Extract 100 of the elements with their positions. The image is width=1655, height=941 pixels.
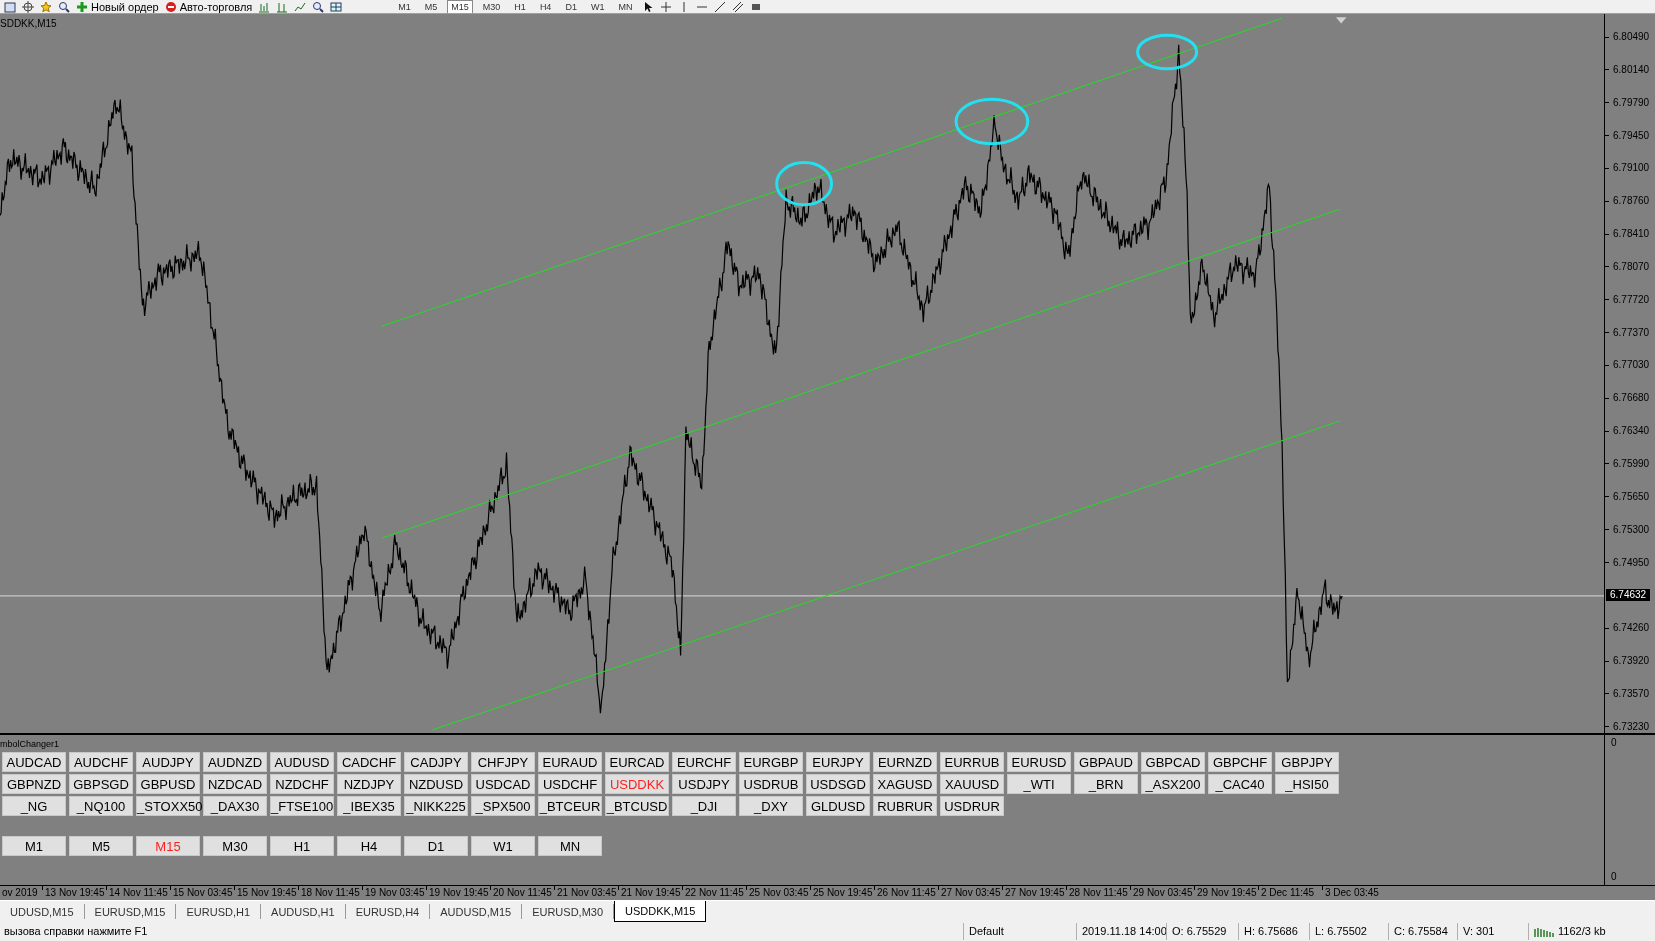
symbol-button[interactable]: USDCAD [471, 774, 535, 794]
symbol-button[interactable]: _DXY [739, 796, 803, 816]
symbol-button[interactable]: _NQ100 [69, 796, 133, 816]
plus-icon[interactable] [76, 0, 88, 13]
symbol-button[interactable]: _FTSE100 [270, 796, 334, 816]
star-icon[interactable] [40, 0, 52, 13]
shift-marker-icon[interactable] [1335, 17, 1347, 24]
symbol-button[interactable]: _HSI50 [1275, 774, 1339, 794]
chart-tab[interactable]: USDDKK,M15 [614, 901, 707, 922]
period-button[interactable]: M5 [420, 0, 442, 13]
symbol-button[interactable]: EURUSD [1007, 752, 1071, 772]
chart-tab[interactable]: EURUSD,H4 [345, 904, 431, 919]
axis-label: 0 [1611, 871, 1618, 883]
connection-bars-icon[interactable] [1534, 925, 1554, 938]
symbol-button[interactable]: AUDUSD [270, 752, 334, 772]
crosshair-icon[interactable] [660, 0, 673, 13]
symbol-button[interactable]: USDCHF [538, 774, 602, 794]
symbol-button[interactable]: _WTI [1007, 774, 1071, 794]
current-price-label: 6.74632 [1606, 589, 1651, 602]
symbol-button[interactable]: EURJPY [806, 752, 870, 772]
chart-tab[interactable]: AUDUSD,M15 [430, 904, 523, 919]
symbol-button[interactable]: GBPCAD [1141, 752, 1205, 772]
chart-tab[interactable]: EURUSD,H1 [176, 904, 262, 919]
chart-line-icon[interactable] [294, 0, 307, 13]
window-icon[interactable] [4, 0, 16, 13]
symbol-button[interactable]: AUDNZD [203, 752, 267, 772]
symbol-button[interactable]: RUBRUR [873, 796, 937, 816]
period-button[interactable]: D1 [561, 0, 581, 13]
stop-icon[interactable] [164, 0, 177, 13]
symbol-button[interactable]: _DJI [672, 796, 736, 816]
channel-line[interactable] [381, 208, 1341, 539]
symbol-button[interactable]: XAGUSD [873, 774, 937, 794]
chart-tab[interactable]: UDUSD,M15 [0, 904, 85, 919]
symbol-button[interactable]: AUDCHF [69, 752, 133, 772]
symbol-button[interactable]: _BTCEUR [538, 796, 602, 816]
symbol-button[interactable]: NZDCAD [203, 774, 267, 794]
symbol-button[interactable]: EURNZD [873, 752, 937, 772]
symbol-button[interactable]: _STOXX50 [136, 796, 200, 816]
symbol-button[interactable]: USDSGD [806, 774, 870, 794]
symbol-button[interactable]: _NG [2, 796, 66, 816]
timeframe-button[interactable]: M1 [2, 836, 66, 856]
timeframe-button[interactable]: H4 [337, 836, 401, 856]
symbol-button[interactable]: _BTCUSD [605, 796, 669, 816]
symbol-button[interactable]: GBPJPY [1275, 752, 1339, 772]
period-button[interactable]: M1 [394, 0, 415, 13]
symbol-button[interactable]: CADJPY [404, 752, 468, 772]
symbol-button[interactable]: _DAX30 [203, 796, 267, 816]
cursor-icon[interactable] [642, 0, 655, 13]
symbol-button[interactable]: _BRN [1074, 774, 1138, 794]
symbol-button[interactable]: USDRUR [940, 796, 1004, 816]
symbol-button[interactable]: NZDUSD [404, 774, 468, 794]
timeframe-button[interactable]: M30 [203, 836, 267, 856]
timeframe-button[interactable]: M5 [69, 836, 133, 856]
price-label: 6.80140 [1613, 63, 1650, 76]
grid-icon[interactable] [330, 0, 343, 13]
timeframe-button[interactable]: W1 [471, 836, 535, 856]
zoom-icon[interactable] [58, 0, 70, 13]
price-label: 6.78760 [1613, 195, 1650, 208]
symbol-button[interactable]: GBPAUD [1074, 752, 1138, 772]
symbol-button[interactable]: _ASX200 [1141, 774, 1205, 794]
symbol-button[interactable]: CHFJPY [471, 752, 535, 772]
symbol-button[interactable]: EURGBP [739, 752, 803, 772]
chart-bars-icon[interactable] [258, 0, 271, 13]
period-button[interactable]: W1 [586, 0, 609, 13]
symbol-button[interactable]: AUDCAD [2, 752, 66, 772]
period-button[interactable]: H4 [535, 0, 556, 13]
auto-trading-button[interactable]: Авто-торговля [164, 0, 253, 13]
period-button[interactable]: M30 [478, 0, 505, 13]
symbol-button[interactable]: EURCHF [672, 752, 736, 772]
period-button[interactable]: MN [614, 0, 637, 13]
period-button[interactable]: H1 [510, 0, 530, 13]
symbol-button[interactable]: EURAUD [538, 752, 602, 772]
chart-tab[interactable]: EURUSD,M15 [84, 904, 177, 919]
symbol-button[interactable]: GBPUSD [136, 774, 200, 794]
timeframe-button[interactable]: MN [538, 836, 602, 856]
symbol-button[interactable]: NZDCHF [270, 774, 334, 794]
symbol-button[interactable]: USDRUB [739, 774, 803, 794]
symbol-button[interactable]: NZDJPY [337, 774, 401, 794]
timeframe-button[interactable]: D1 [404, 836, 468, 856]
time-label: ov 2019 [2, 886, 38, 899]
trendline-icon[interactable] [714, 0, 727, 13]
symbol-button[interactable]: _SPX500 [471, 796, 535, 816]
symbol-button[interactable]: _CAC40 [1208, 774, 1272, 794]
symbol-button[interactable]: EURCAD [605, 752, 669, 772]
symbol-button[interactable]: GBPSGD [69, 774, 133, 794]
symbol-button[interactable]: EURRUB [940, 752, 1004, 772]
symbol-button[interactable]: USDJPY [672, 774, 736, 794]
symbol-button[interactable]: _NIKK225 [404, 796, 468, 816]
symbol-button[interactable]: GBPNZD [2, 774, 66, 794]
symbol-button[interactable]: _IBEX35 [337, 796, 401, 816]
new-order-button[interactable]: Новый ордер [76, 0, 159, 13]
period-button[interactable]: M15 [447, 0, 473, 13]
timeframe-button[interactable]: H1 [270, 836, 334, 856]
symbol-button[interactable]: GLDUSD [806, 796, 870, 816]
chart-tab[interactable]: AUDUSD,H1 [261, 904, 346, 919]
symbol-button[interactable]: GBPCHF [1208, 752, 1272, 772]
symbol-button[interactable]: XAUUSD [940, 774, 1004, 794]
crosshair-icon[interactable] [22, 0, 34, 13]
symbol-button[interactable]: AUDJPY [136, 752, 200, 772]
symbol-button[interactable]: CADCHF [337, 752, 401, 772]
